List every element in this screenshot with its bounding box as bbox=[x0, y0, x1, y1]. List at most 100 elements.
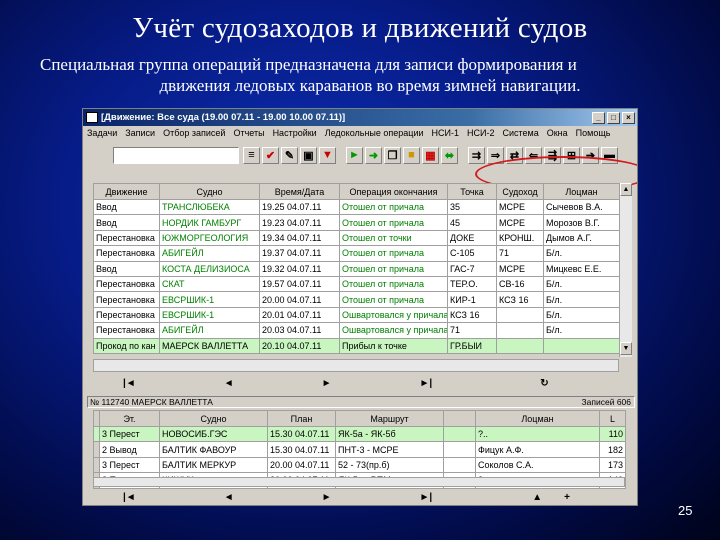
table-row[interactable]: Перестановка ЮЖМОРГЕОЛОГИЯ 19.34 04.07.11 О… bbox=[93, 229, 620, 247]
caravan-column-header[interactable] bbox=[443, 410, 476, 427]
table-cell: 20.10 04.07.11 bbox=[259, 337, 340, 354]
table-cell: Перестановка bbox=[93, 322, 160, 339]
vertical-scrollbar[interactable]: ▲ ▼ bbox=[619, 183, 632, 357]
table-cell: Ввод bbox=[93, 198, 160, 216]
menu-item[interactable]: Записи bbox=[125, 128, 155, 138]
search-input[interactable] bbox=[113, 146, 239, 164]
caravan-next-icon[interactable]: ► bbox=[322, 492, 332, 503]
menu-item[interactable]: Отчеты bbox=[233, 128, 264, 138]
menu-item[interactable]: Отбор записей bbox=[163, 128, 225, 138]
status-bar: № 112740 МАЕРСК ВАЛЛЕТТА Записей 606 bbox=[87, 396, 635, 408]
prev-record-icon[interactable]: ◄ bbox=[224, 378, 234, 389]
column-header[interactable]: Операция окончания bbox=[339, 183, 448, 200]
table-row[interactable]: Перестановка ЕВСРШИК-1 20.00 04.07.11 Отоше… bbox=[93, 291, 620, 308]
slide-title: Учёт судозаходов и движений судов bbox=[132, 12, 588, 44]
column-header[interactable]: Точка bbox=[447, 183, 497, 200]
print-icon[interactable]: ▣ bbox=[300, 146, 317, 164]
table-cell: МСРЕ bbox=[496, 198, 544, 216]
refresh-icon[interactable]: ↻ bbox=[540, 378, 548, 389]
table-cell: КРОНШ. bbox=[496, 229, 544, 247]
table-row[interactable]: Ввод ТРАНСЛЮБЕКА 19.25 04.07.11 Отошел от п… bbox=[93, 198, 620, 216]
table-header-row: Движение Судно Время/Дата Операция окончани… bbox=[93, 183, 620, 200]
table-cell: Отошел от причала bbox=[339, 214, 448, 231]
menu-item[interactable]: Система bbox=[502, 128, 538, 138]
record-navigator: |◄ ◄ ► ►| ↻ bbox=[93, 374, 633, 392]
caravan-column-header[interactable]: L bbox=[599, 410, 626, 427]
edit-icon[interactable]: ✎ bbox=[281, 146, 298, 164]
table-row[interactable]: Перестановка СКАТ 19.57 04.07.11 Отошел от … bbox=[93, 275, 620, 293]
column-header[interactable]: Судоход bbox=[496, 183, 544, 200]
next-record-icon[interactable]: ► bbox=[322, 378, 332, 389]
table-cell: 19.57 04.07.11 bbox=[259, 275, 340, 293]
menu-item[interactable]: Ледокольные операции bbox=[325, 128, 424, 138]
caravan-cell: БАЛТИК ФАВОУР bbox=[159, 441, 268, 458]
caravan-cell: 182 bbox=[599, 441, 626, 458]
caravan-row[interactable]: 2 Вывод БАЛТИК ФАВОУР 15.30 04.07.11 ПНТ-3 … bbox=[93, 441, 626, 458]
close-icon[interactable]: × bbox=[622, 111, 635, 124]
table-cell: Б/л. bbox=[543, 275, 620, 293]
table-cell bbox=[496, 306, 544, 324]
table-cell: АБИГЕЙЛ bbox=[159, 245, 260, 262]
copy-icon[interactable]: ❐ bbox=[384, 146, 401, 164]
table-row[interactable]: Ввод КОСТА ДЕЛИЗИОСА 19.32 04.07.11 Отошел … bbox=[93, 260, 620, 277]
caravan-column-header[interactable]: Маршрут bbox=[335, 410, 444, 427]
table-cell bbox=[496, 337, 544, 354]
horizontal-scrollbar[interactable] bbox=[93, 359, 619, 372]
column-header[interactable]: Лоцман bbox=[543, 183, 620, 200]
table-cell: С-105 bbox=[447, 245, 497, 262]
first-record-icon[interactable]: |◄ bbox=[123, 378, 136, 389]
caravan-prev-icon[interactable]: ◄ bbox=[224, 492, 234, 503]
scroll-up-icon[interactable]: ▲ bbox=[620, 183, 632, 196]
menu-item[interactable]: Задачи bbox=[87, 128, 117, 138]
app-icon bbox=[86, 112, 98, 123]
slide-subtitle: Специальная группа операций предназначен… bbox=[40, 54, 700, 96]
menu-item[interactable]: НСИ-1 bbox=[432, 128, 459, 138]
caravan-add-icon[interactable]: + bbox=[564, 492, 570, 503]
caravan-column-header[interactable]: Эт. bbox=[99, 410, 160, 427]
caravan-cell: 15.30 04.07.11 bbox=[267, 441, 336, 458]
caravan-row[interactable]: 3 Перест НОВОСИБ.ГЭС 15.30 04.07.11 ЯК-5а -… bbox=[93, 425, 626, 443]
menu-item[interactable]: Настройки bbox=[273, 128, 317, 138]
list-icon[interactable]: ≡ bbox=[243, 146, 260, 164]
table-cell: 19.37 04.07.11 bbox=[259, 245, 340, 262]
column-header[interactable]: Судно bbox=[159, 183, 260, 200]
caravan-cell: Соколов С.А. bbox=[475, 456, 600, 474]
minimize-icon[interactable]: _ bbox=[592, 111, 605, 124]
caravan-up-icon[interactable]: ▲ bbox=[532, 492, 542, 503]
column-header[interactable]: Движение bbox=[93, 183, 160, 200]
scroll-down-icon[interactable]: ▼ bbox=[620, 342, 632, 355]
check-icon[interactable]: ✔ bbox=[262, 146, 279, 164]
maximize-icon[interactable]: □ bbox=[607, 111, 620, 124]
menu-item[interactable]: Окна bbox=[547, 128, 568, 138]
table-row[interactable]: Перестановка АБИГЕЙЛ 20.03 04.07.11 Ошварто… bbox=[93, 322, 620, 339]
menu-item[interactable]: НСИ-2 bbox=[467, 128, 494, 138]
caravan-cell: БАЛТИК МЕРКУР bbox=[159, 456, 268, 474]
caravan-column-header[interactable]: Судно bbox=[159, 410, 268, 427]
table-row[interactable]: Перестановка ЕВСРШИК-1 20.01 04.07.11 Ошвар… bbox=[93, 306, 620, 324]
caravan-row[interactable]: 3 Перест БАЛТИК МЕРКУР 20.00 04.07.11 52 - … bbox=[93, 456, 626, 474]
caravan-cell: 3 Перест bbox=[99, 456, 160, 474]
arrow-right-green-icon[interactable]: ► bbox=[346, 146, 363, 164]
caravan-column-header[interactable]: Лоцман bbox=[475, 410, 600, 427]
table-cell: ГАС-7 bbox=[447, 260, 497, 277]
folder-icon[interactable]: ■ bbox=[403, 146, 420, 164]
table-cell: МСРЕ bbox=[496, 260, 544, 277]
table-row[interactable]: Перестановка АБИГЕЙЛ 19.37 04.07.11 Отошел … bbox=[93, 245, 620, 262]
status-selected-record: № 112740 МАЕРСК ВАЛЛЕТТА bbox=[90, 397, 213, 407]
last-record-icon[interactable]: ►| bbox=[420, 378, 433, 389]
caravan-column-header[interactable]: План bbox=[267, 410, 336, 427]
move-icon[interactable]: ⬌ bbox=[441, 146, 458, 164]
column-header[interactable]: Время/Дата bbox=[259, 183, 340, 200]
caravan-last-icon[interactable]: ►| bbox=[420, 492, 433, 503]
table-row[interactable]: Ввод НОРДИК ГАМБУРГ 19.23 04.07.11 Отошел о… bbox=[93, 214, 620, 231]
table-row[interactable]: Прокод по кан МАЕРСК ВАЛЛЕТТА 20.10 04.07.… bbox=[93, 337, 620, 354]
caravan-first-icon[interactable]: |◄ bbox=[123, 492, 136, 503]
filter-icon[interactable]: ▼ bbox=[319, 146, 336, 164]
caravan-scrollbar[interactable] bbox=[93, 477, 625, 487]
calendar-icon[interactable]: ▦ bbox=[422, 146, 439, 164]
menu-item[interactable]: Помощь bbox=[576, 128, 611, 138]
arrow-next-icon[interactable]: ➜ bbox=[365, 146, 382, 164]
table-cell: ТЕР.О. bbox=[447, 275, 497, 293]
merge-icon[interactable]: ⇉ bbox=[468, 146, 485, 164]
table-cell: КСЗ 16 bbox=[447, 306, 497, 324]
